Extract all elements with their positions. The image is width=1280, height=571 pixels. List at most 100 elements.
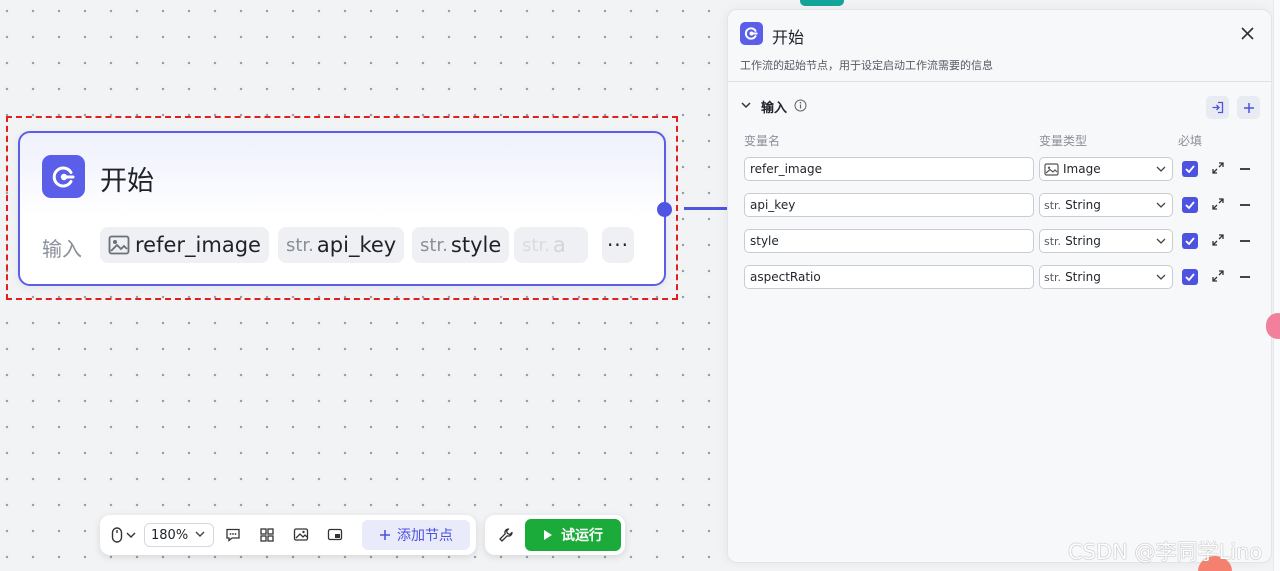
required-checkbox[interactable] [1182,197,1198,213]
import-icon [1212,101,1224,114]
column-header-name: 变量名 [744,134,781,148]
play-icon [544,530,552,540]
node-title: 开始 [100,166,154,197]
variable-name-input[interactable]: refer_image [744,157,1034,181]
node-config-panel: 开始 工作流的起始节点，用于设定启动工作流需要的信息 输入 变量名 变量类型 必… [727,9,1272,563]
panel-description: 工作流的起始节点，用于设定启动工作流需要的信息 [740,59,993,72]
param-name: style [450,233,502,257]
remove-icon[interactable] [1240,168,1250,170]
top-node-fragment [800,0,844,6]
column-header-required: 必填 [1178,134,1203,148]
param-chip-refer-image: refer_image [100,227,269,263]
variable-type-select[interactable]: str. String [1039,229,1173,253]
test-run-button[interactable]: 试运行 [525,519,621,551]
remove-icon[interactable] [1240,276,1250,278]
canvas-toolbar: 180% 添加节点 [100,515,476,555]
variable-type-prefix: str. [1044,270,1062,284]
variable-type-select[interactable]: str. String [1039,193,1173,217]
add-variable-button[interactable] [1237,96,1260,119]
chevron-down-icon [1156,202,1166,208]
param-chip-style: str. style [412,227,510,263]
param-prefix: str. [286,234,314,256]
info-icon[interactable] [794,99,807,112]
variable-row: style str. String [728,229,1271,255]
variable-name-input[interactable]: api_key [744,193,1034,217]
close-button[interactable] [1238,24,1256,42]
connection-edge [684,207,728,210]
run-toolbar: 试运行 [485,515,625,555]
param-prefix: str. [420,234,448,256]
import-button[interactable] [1206,96,1229,119]
panel-header: 开始 工作流的起始节点，用于设定启动工作流需要的信息 [728,10,1271,82]
panel-title: 开始 [772,28,805,47]
image-icon [293,528,309,541]
variable-type-label: String [1065,234,1101,248]
variable-type-label: String [1065,198,1101,212]
variable-name-input[interactable]: aspectRatio [744,265,1034,289]
start-node-icon [42,155,85,198]
right-edge-panel-fragment [1273,0,1280,571]
comment-icon [226,528,240,542]
zoom-select[interactable]: 180% [144,523,214,547]
image-icon [108,235,130,255]
test-run-label: 试运行 [561,528,603,544]
chevron-down-icon [1156,274,1166,280]
required-checkbox[interactable] [1182,161,1198,177]
add-node-button[interactable]: 添加节点 [362,520,470,550]
variable-row: api_key str. String [728,193,1271,219]
variable-type-select[interactable]: Image [1039,157,1173,181]
plus-icon [1243,102,1254,113]
variable-type-label: String [1065,270,1101,284]
mouse-icon [111,527,122,543]
add-node-label: 添加节点 [397,528,453,544]
collapse-chevron-icon[interactable] [741,101,751,109]
param-name: refer_image [135,233,261,257]
close-icon [1240,26,1254,40]
more-params-button[interactable]: ··· [602,227,634,263]
node-input-label: 输入 [42,237,82,261]
image-icon [1044,162,1059,176]
required-checkbox[interactable] [1182,269,1198,285]
start-node-icon [740,22,763,45]
wrench-icon [499,528,513,542]
remove-icon[interactable] [1240,204,1250,206]
check-icon [1185,201,1195,209]
expand-icon[interactable] [1211,161,1225,175]
chevron-down-icon [126,532,135,538]
remove-icon[interactable] [1240,240,1250,242]
variable-row: refer_image Image [728,157,1271,183]
minimap-button[interactable] [322,523,348,547]
check-icon [1185,273,1195,281]
param-prefix: str. [522,234,550,256]
column-header-type: 变量类型 [1039,134,1088,148]
image-button[interactable] [288,523,314,547]
variable-name-input[interactable]: style [744,229,1034,253]
expand-icon[interactable] [1211,233,1225,247]
param-name: api_key [316,233,397,257]
check-icon [1185,165,1195,173]
auto-layout-button[interactable] [254,523,280,547]
param-chip-faded: str. a [514,227,588,263]
variable-type-prefix: str. [1044,198,1062,212]
input-section-title: 输入 [761,101,788,116]
chevron-down-icon [1156,238,1166,244]
variable-type-label: Image [1063,162,1101,176]
param-chip-api-key: str. api_key [278,227,405,263]
comment-button[interactable] [220,523,246,547]
chevron-down-icon [1156,166,1166,172]
interaction-mode-button[interactable] [108,523,138,547]
chevron-down-icon [195,531,205,537]
output-port[interactable] [657,202,672,217]
expand-icon[interactable] [1211,269,1225,283]
watermark: CSDN @李同学Lino [1068,540,1263,564]
check-icon [1185,237,1195,245]
start-node[interactable]: 开始 输入 refer_image str. api_key str. styl… [18,131,666,286]
variable-type-select[interactable]: str. String [1039,265,1173,289]
zoom-value: 180% [151,527,189,543]
expand-icon[interactable] [1211,197,1225,211]
required-checkbox[interactable] [1182,233,1198,249]
plus-icon [380,530,390,540]
settings-button[interactable] [493,523,519,547]
minimap-icon [327,528,343,541]
variable-row: aspectRatio str. String [728,265,1271,291]
